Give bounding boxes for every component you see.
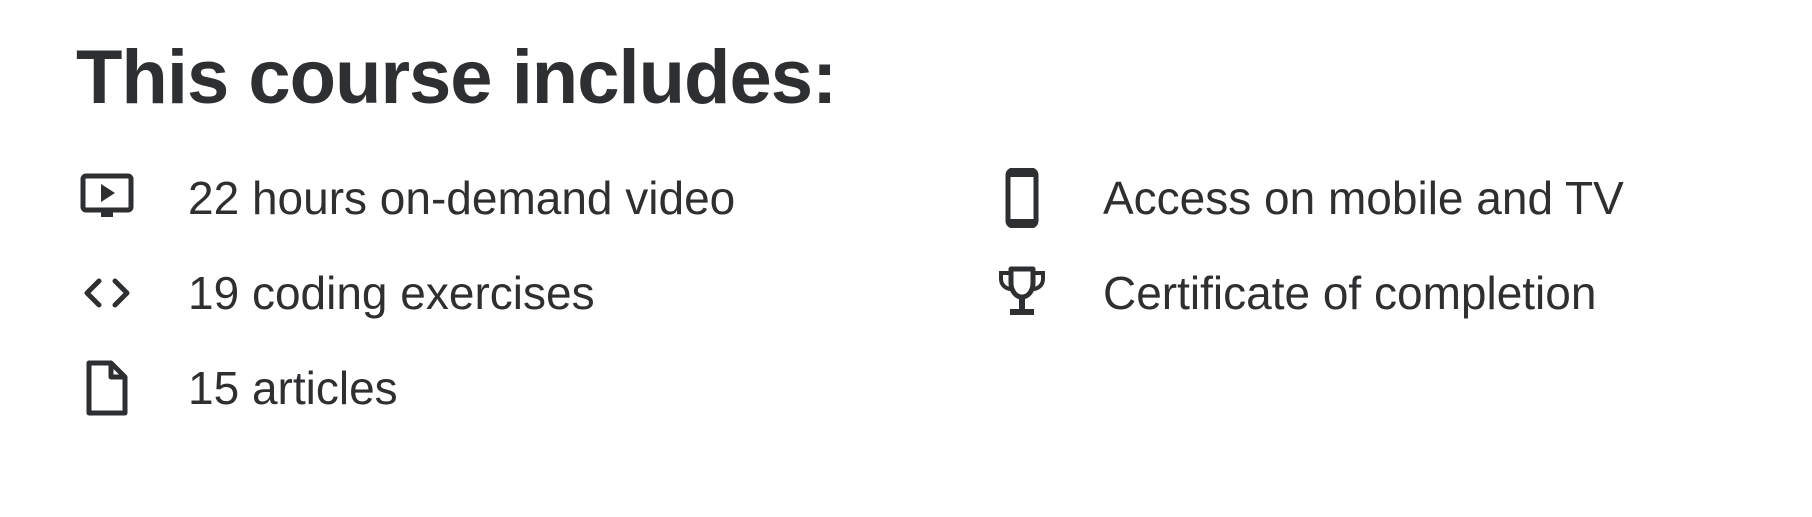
features-list: 22 hours on-demand video Access on mobil…: [76, 162, 1776, 447]
feature-item-mobile: Access on mobile and TV: [991, 162, 1776, 234]
article-icon: [76, 357, 138, 419]
video-icon: [76, 167, 138, 229]
feature-label: Access on mobile and TV: [1103, 172, 1624, 224]
feature-label: 22 hours on-demand video: [188, 172, 736, 224]
feature-label: 15 articles: [188, 362, 398, 414]
feature-label: Certificate of completion: [1103, 267, 1597, 319]
feature-label: 19 coding exercises: [188, 267, 595, 319]
feature-item-certificate: Certificate of completion: [991, 257, 1776, 329]
trophy-icon: [991, 262, 1053, 324]
feature-item-articles: 15 articles: [76, 352, 991, 424]
section-title: This course includes:: [76, 35, 837, 120]
course-includes-panel: This course includes: 22 hours on-demand…: [0, 0, 1812, 517]
feature-item-video: 22 hours on-demand video: [76, 162, 991, 234]
mobile-icon: [991, 167, 1053, 229]
code-icon: [76, 262, 138, 324]
feature-item-code: 19 coding exercises: [76, 257, 991, 329]
